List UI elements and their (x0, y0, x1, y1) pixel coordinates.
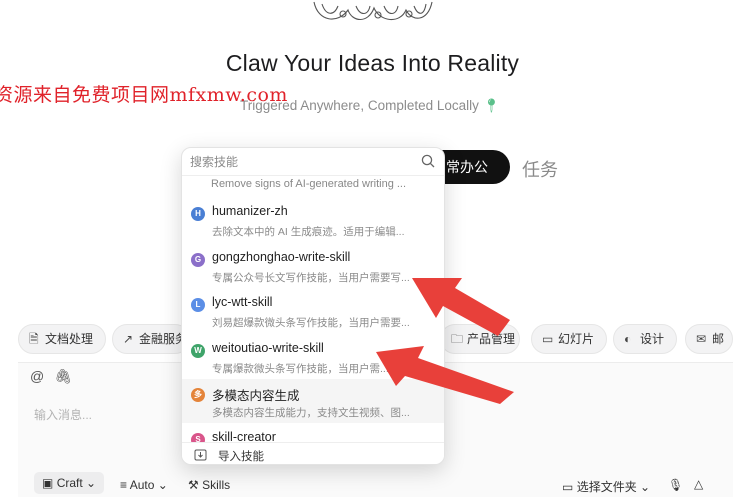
attach-icon[interactable]: 🖇 (54, 368, 72, 384)
chip-slides[interactable]: ▭ 幻灯片 (531, 324, 608, 354)
chip-label: 幻灯片 (558, 332, 595, 346)
skill-description: 去除文本中的 AI 生成痕迹。适用于编辑... (212, 226, 405, 238)
skill-description: 专属公众号长文写作技能，当用户需要写... (212, 272, 410, 284)
folder-label: 选择文件夹 (576, 480, 637, 494)
monitor-icon: ▭ (562, 480, 574, 494)
skill-description: 刘易超爆款微头条写作技能，当用户需要... (212, 317, 410, 329)
chip-financial-services[interactable]: ↗ 金融服务 (112, 324, 190, 354)
chip-product-management[interactable]: 🗀 产品管理 (440, 324, 520, 354)
mode-label: Craft (56, 476, 83, 490)
skill-avatar: G (191, 253, 205, 267)
mention-icon[interactable]: @ (30, 368, 44, 384)
skill-item-gongzhonghao-write-skill[interactable]: G gongzhonghao-write-skill 专属公众号长文写作技能，当… (182, 244, 444, 288)
model-selector[interactable]: ≡ Auto ⌄ (120, 478, 168, 492)
document-icon: 🗎 (29, 332, 39, 346)
send-icon[interactable]: △ (694, 477, 703, 491)
skill-item-humanizer-zh[interactable]: H humanizer-zh 去除文本中的 AI 生成痕迹。适用于编辑... (182, 198, 444, 242)
mail-icon: ✉ (696, 332, 707, 346)
skill-search-row (182, 148, 444, 176)
skill-name: humanizer-zh (212, 204, 288, 218)
skill-avatar: W (191, 344, 205, 358)
composer-tools: @ 🖇 (30, 368, 82, 385)
chevron-down-icon: ⌄ (640, 480, 651, 494)
skills-label: Skills (202, 478, 231, 492)
skill-name: weitoutiao-write-skill (212, 341, 324, 355)
category-tab-tasks[interactable]: 任务 (522, 156, 558, 182)
import-skill-button[interactable]: 导入技能 (182, 442, 444, 464)
import-icon (194, 449, 207, 461)
skill-description: 多模态内容生成能力，支持文生视频、图... (212, 407, 410, 419)
mascot-illustration (313, 1, 433, 21)
chevron-down-icon: ⌄ (86, 476, 97, 490)
skill-description: Remove signs of AI-generated writing ... (211, 178, 407, 190)
palette-icon: ◐ (624, 332, 632, 346)
skill-search-input[interactable] (190, 153, 418, 171)
watermark: 资源来自免费项目网mfxmw.com (0, 84, 288, 106)
skill-picker-popup: Remove signs of AI-generated writing ...… (181, 147, 445, 465)
skill-item-multimodal-content[interactable]: 多 多模态内容生成 多模态内容生成能力，支持文生视频、图... (182, 379, 444, 423)
import-skill-label: 导入技能 (218, 451, 264, 463)
chip-design[interactable]: ◐ 设计 (613, 324, 678, 354)
chip-label: 邮 (712, 332, 725, 346)
skill-avatar: L (191, 298, 205, 312)
chip-label: 设计 (640, 332, 665, 346)
hero-title: Claw Your Ideas Into Reality (225, 50, 520, 76)
chip-mail[interactable]: ✉ 邮 (685, 324, 733, 354)
skill-item-weitoutiao-write-skill[interactable]: W weitoutiao-write-skill 专属爆款微头条写作技能，当用户… (182, 335, 444, 379)
folder-icon: 🗀 (451, 332, 464, 346)
model-label: Auto (129, 478, 155, 492)
search-icon[interactable] (420, 153, 436, 169)
skill-name: lyc-wtt-skill (212, 295, 273, 309)
craft-icon: ▣ (42, 476, 54, 490)
chart-icon: ↗ (123, 332, 134, 346)
skills-button[interactable]: ⚒ Skills (188, 478, 230, 492)
skills-icon: ⚒ (188, 478, 199, 492)
skill-name: 多模态内容生成 (212, 389, 300, 403)
skill-avatar: 多 (191, 388, 205, 402)
skill-description: 专属爆款微头条写作技能，当用户需... (212, 363, 389, 375)
skill-avatar: H (191, 207, 205, 221)
chip-label: 产品管理 (467, 332, 516, 346)
slides-icon: ▭ (542, 332, 554, 346)
microphone-icon[interactable]: 🎙︎ (668, 478, 683, 492)
layers-icon: ≡ (120, 478, 128, 492)
message-input[interactable]: 输入消息... (34, 406, 92, 423)
chevron-down-icon: ⌄ (157, 478, 168, 492)
skill-item-lyc-wtt-skill[interactable]: L lyc-wtt-skill 刘易超爆款微头条写作技能，当用户需要... (182, 289, 444, 333)
skill-name: gongzhonghao-write-skill (212, 250, 351, 264)
chip-label: 文档处理 (45, 332, 94, 346)
folder-selector[interactable]: ▭ 选择文件夹 ⌄ (562, 478, 650, 495)
location-pin-icon: 📍︎ (482, 98, 501, 113)
chip-label: 金融服务 (139, 332, 188, 346)
chip-document-processing[interactable]: 🗎 文档处理 (18, 324, 107, 354)
mode-selector[interactable]: ▣ Craft ⌄ (34, 472, 105, 494)
